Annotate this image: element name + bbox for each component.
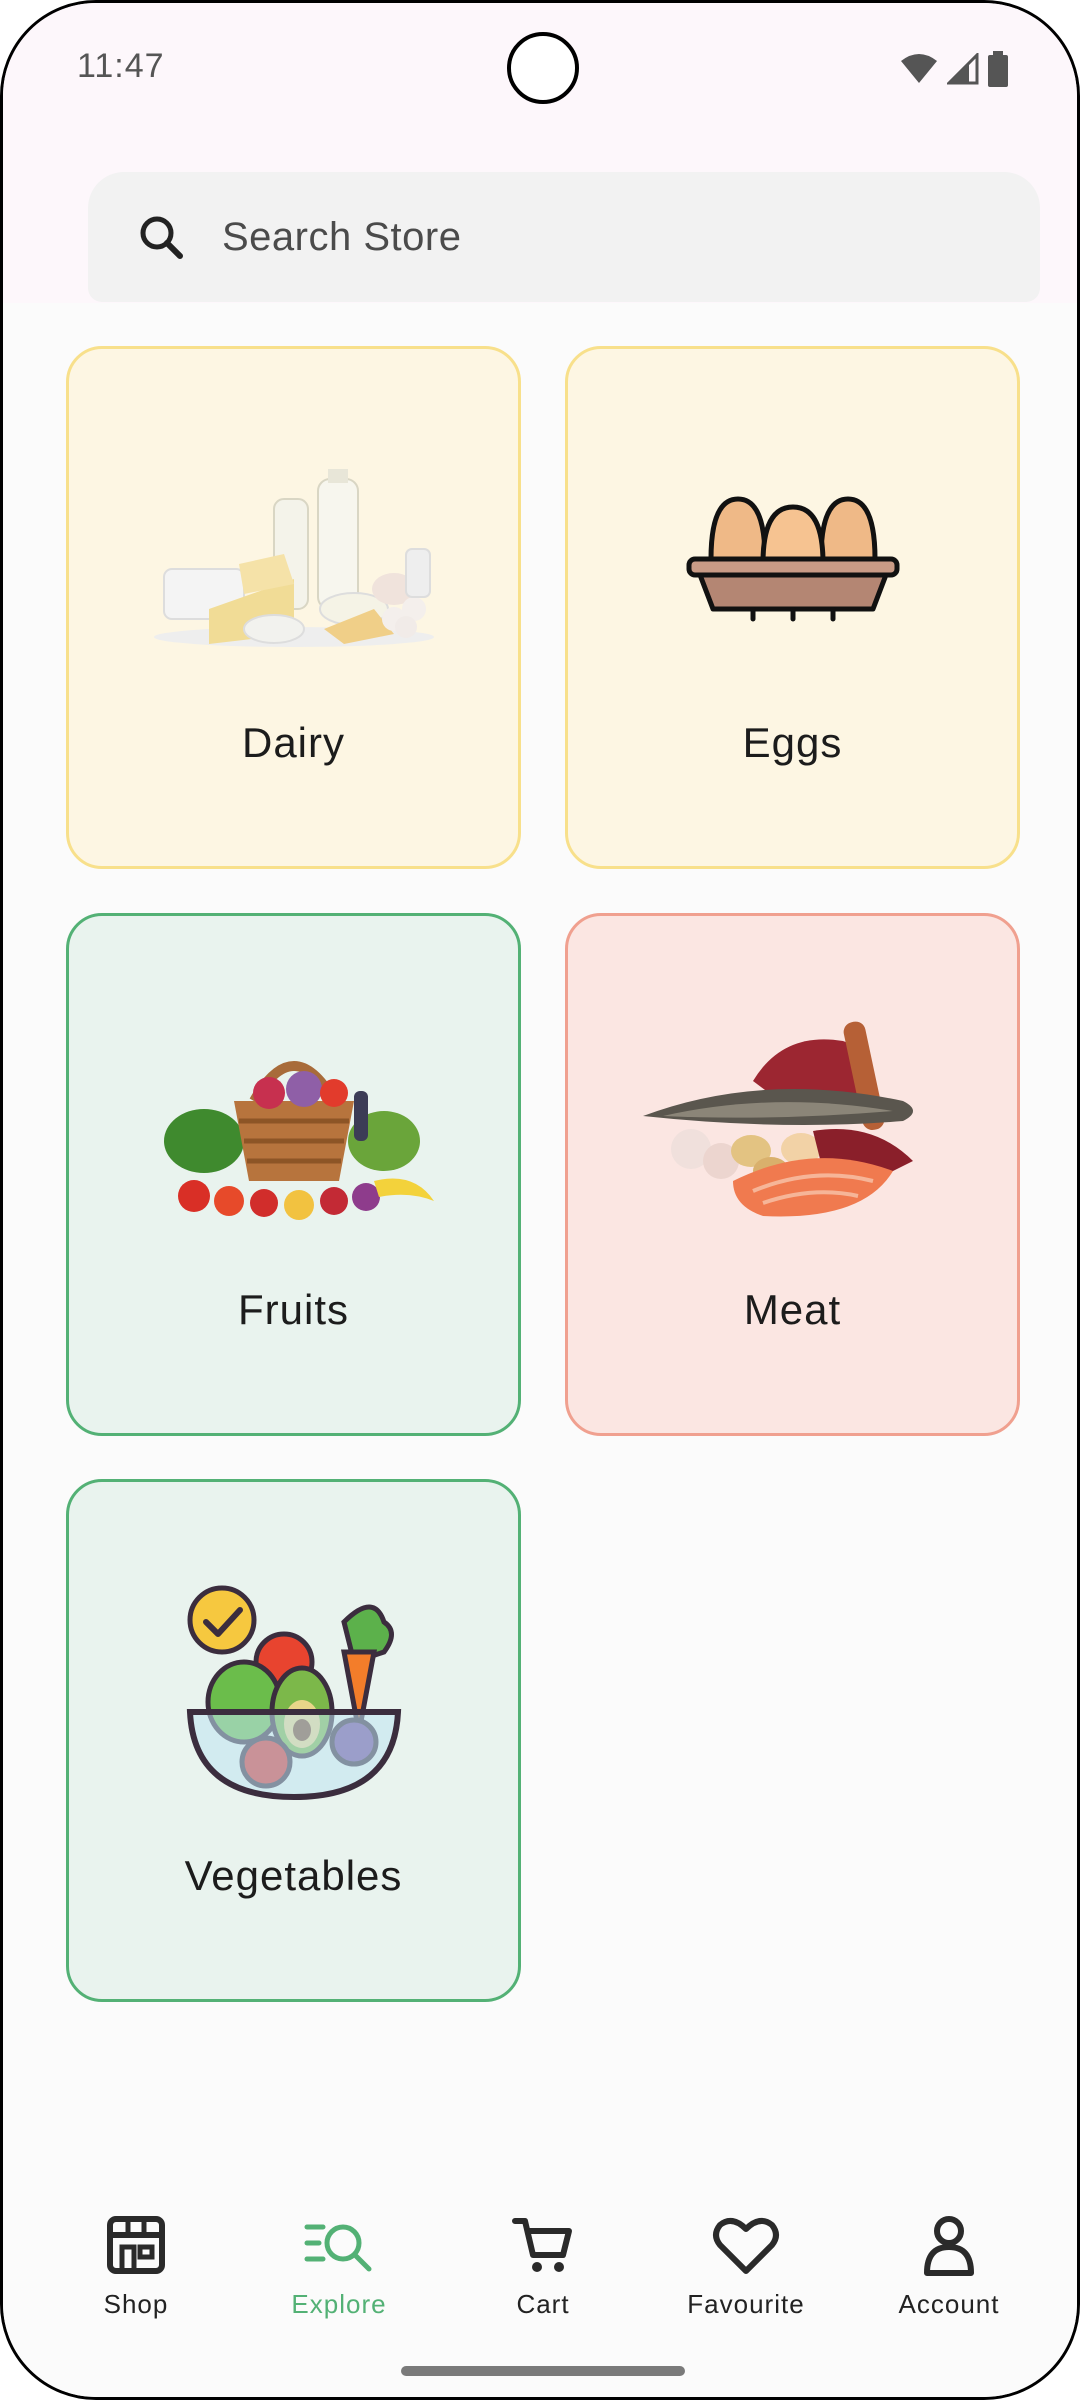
home-indicator[interactable]: [401, 2366, 685, 2376]
fruit-basket-image: [144, 1016, 444, 1236]
store-icon: [107, 2216, 165, 2274]
wifi-icon: [901, 54, 937, 83]
status-bar: 11:47: [3, 3, 1077, 133]
nav-label: Cart: [516, 2289, 570, 2319]
nav-explore[interactable]: Explore: [239, 2213, 439, 2320]
egg-carton-icon: [643, 449, 943, 669]
search-placeholder: Search Store: [222, 214, 462, 259]
category-label: Fruits: [238, 1286, 349, 1333]
category-card-dairy[interactable]: Dairy: [66, 346, 521, 869]
category-card-meat[interactable]: Meat: [565, 913, 1020, 1436]
person-icon: [924, 2216, 974, 2276]
nav-label: Explore: [291, 2289, 387, 2319]
nav-cart[interactable]: Cart: [443, 2213, 643, 2320]
battery-icon: [988, 51, 1008, 87]
search-bar[interactable]: Search Store: [88, 172, 1040, 302]
category-label: Meat: [743, 1286, 842, 1333]
category-grid: Dairy Eggs Fruits Meat Vegetables: [3, 303, 1077, 2183]
nav-label: Favourite: [687, 2289, 805, 2319]
category-label: Dairy: [241, 719, 345, 766]
heart-icon: [713, 2217, 779, 2274]
status-time: 11:47: [77, 47, 165, 85]
nav-favourite[interactable]: Favourite: [646, 2213, 846, 2320]
cart-icon: [512, 2218, 572, 2272]
nav-label: Shop: [103, 2289, 169, 2319]
status-icons: [899, 51, 1009, 87]
phone-screen: 11:47 Search Store Dairy Eggs Fruits Mea…: [0, 0, 1080, 2400]
category-label: Vegetables: [184, 1852, 403, 1899]
category-card-eggs[interactable]: Eggs: [565, 346, 1020, 869]
category-card-vegetables[interactable]: Vegetables: [66, 1479, 521, 2002]
explore-search-icon: [304, 2224, 372, 2272]
nav-account[interactable]: Account: [849, 2213, 1049, 2320]
vegetable-bowl-icon: [144, 1582, 444, 1802]
search-icon: [140, 216, 183, 259]
camera-cutout: [507, 32, 579, 104]
category-card-fruits[interactable]: Fruits: [66, 913, 521, 1436]
nav-shop[interactable]: Shop: [36, 2213, 236, 2320]
meat-and-fish-image: [642, 1016, 943, 1236]
signal-icon: [947, 53, 979, 85]
nav-label: Account: [898, 2289, 1000, 2319]
category-label: Eggs: [742, 719, 843, 766]
dairy-products-image: [144, 449, 444, 669]
